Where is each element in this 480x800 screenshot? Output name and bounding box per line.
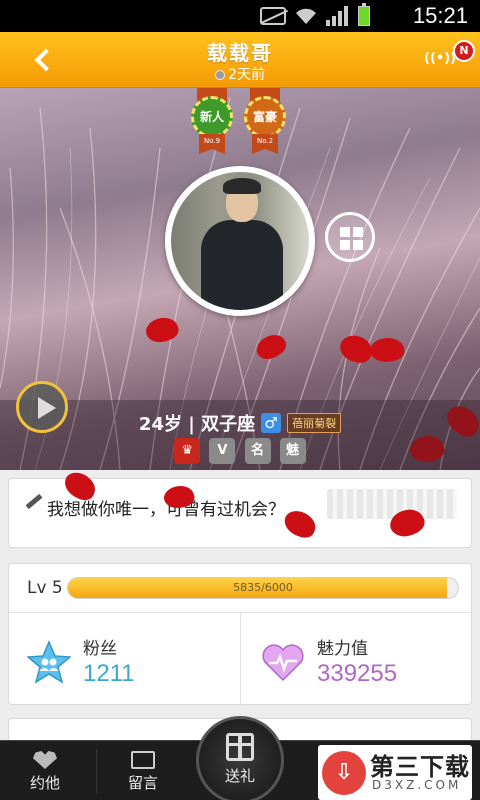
site-watermark: ⇩ 第三下载 D3XZ.COM	[318, 745, 472, 800]
level-progress-bar: 5835/6000	[67, 577, 459, 599]
download-logo-icon: ⇩	[322, 751, 366, 795]
male-gender-icon: ♂	[261, 413, 282, 433]
stats-card: Lv 5 5835/6000 粉丝 1211 魅力值 339255	[8, 563, 473, 706]
profile-tag-badge: 蓓丽菊裂	[287, 413, 342, 433]
battery-icon	[358, 3, 370, 26]
wifi-icon	[296, 8, 316, 24]
medal-wealthy-rank: No.2	[252, 134, 278, 154]
crown-icon[interactable]: ♛	[174, 438, 201, 464]
send-gift-button[interactable]: 送礼	[196, 716, 284, 800]
blurred-content	[327, 489, 457, 519]
charm-label: 魅力值	[317, 639, 368, 659]
offline-dot-icon	[215, 70, 226, 80]
envelope-icon	[131, 751, 155, 769]
vip-icon[interactable]: V	[209, 438, 236, 464]
rank-icon-row: ♛ V 名 魅	[0, 438, 480, 464]
app-screen: 15:21 载载哥 2天前 ((•)) N 新人 No.9 富豪 No.2 24…	[0, 0, 480, 800]
divider	[240, 612, 241, 706]
divider	[96, 749, 97, 793]
profile-hero: 新人 No.9 富豪 No.2 24岁 | 双子座 ♂ 蓓丽菊裂 ♛ V 名 魅	[0, 88, 480, 470]
fans-count[interactable]: 1211	[83, 660, 135, 688]
signal-icon	[326, 6, 350, 26]
last-seen-text: 2天前	[228, 67, 265, 83]
level-progress-text: 5835/6000	[233, 581, 293, 594]
medal-newcomer-rank: No.9	[199, 134, 225, 154]
fans-label: 粉丝	[83, 639, 117, 659]
age-constellation-text: 24岁 | 双子座	[138, 414, 256, 435]
medal-newcomer-label: 新人	[191, 96, 233, 138]
famous-icon[interactable]: 名	[244, 438, 271, 464]
gift-icon	[226, 733, 254, 761]
status-icons	[260, 3, 370, 26]
medal-wealthy[interactable]: 富豪 No.2	[244, 88, 286, 154]
mute-icon	[260, 7, 286, 25]
charm-heart-icon	[262, 644, 304, 682]
date-him-label: 约他	[29, 774, 60, 792]
divider	[9, 612, 473, 613]
charm-rank-icon[interactable]: 魅	[279, 438, 306, 464]
status-time: 15:21	[412, 3, 468, 28]
header-bar: 载载哥 2天前 ((•)) N	[0, 32, 480, 88]
message-label: 留言	[127, 774, 158, 792]
notification-badge[interactable]: N	[453, 40, 475, 62]
watermark-url: D3XZ.COM	[372, 778, 462, 792]
broadcast-icon[interactable]: ((•))	[424, 48, 456, 70]
medal-newcomer[interactable]: 新人 No.9	[191, 88, 233, 154]
date-him-button[interactable]: 约他	[0, 741, 90, 800]
age-constellation: 24岁 | 双子座 ♂ 蓓丽菊裂	[0, 410, 480, 436]
heart-icon	[33, 751, 57, 769]
message-button[interactable]: 留言	[98, 741, 188, 800]
avatar[interactable]	[165, 166, 315, 316]
level-label: Lv 5	[27, 578, 63, 598]
send-gift-label: 送礼	[224, 767, 255, 785]
photo-gallery-button[interactable]	[325, 212, 375, 262]
status-bar: 15:21	[0, 0, 480, 32]
last-seen: 2天前	[0, 64, 480, 84]
medal-wealthy-label: 富豪	[244, 96, 286, 138]
charm-value[interactable]: 339255	[317, 660, 397, 688]
pen-icon	[23, 493, 43, 513]
page-title: 载载哥	[207, 41, 273, 65]
fans-star-icon	[27, 640, 71, 684]
watermark-title: 第三下载	[370, 753, 470, 781]
